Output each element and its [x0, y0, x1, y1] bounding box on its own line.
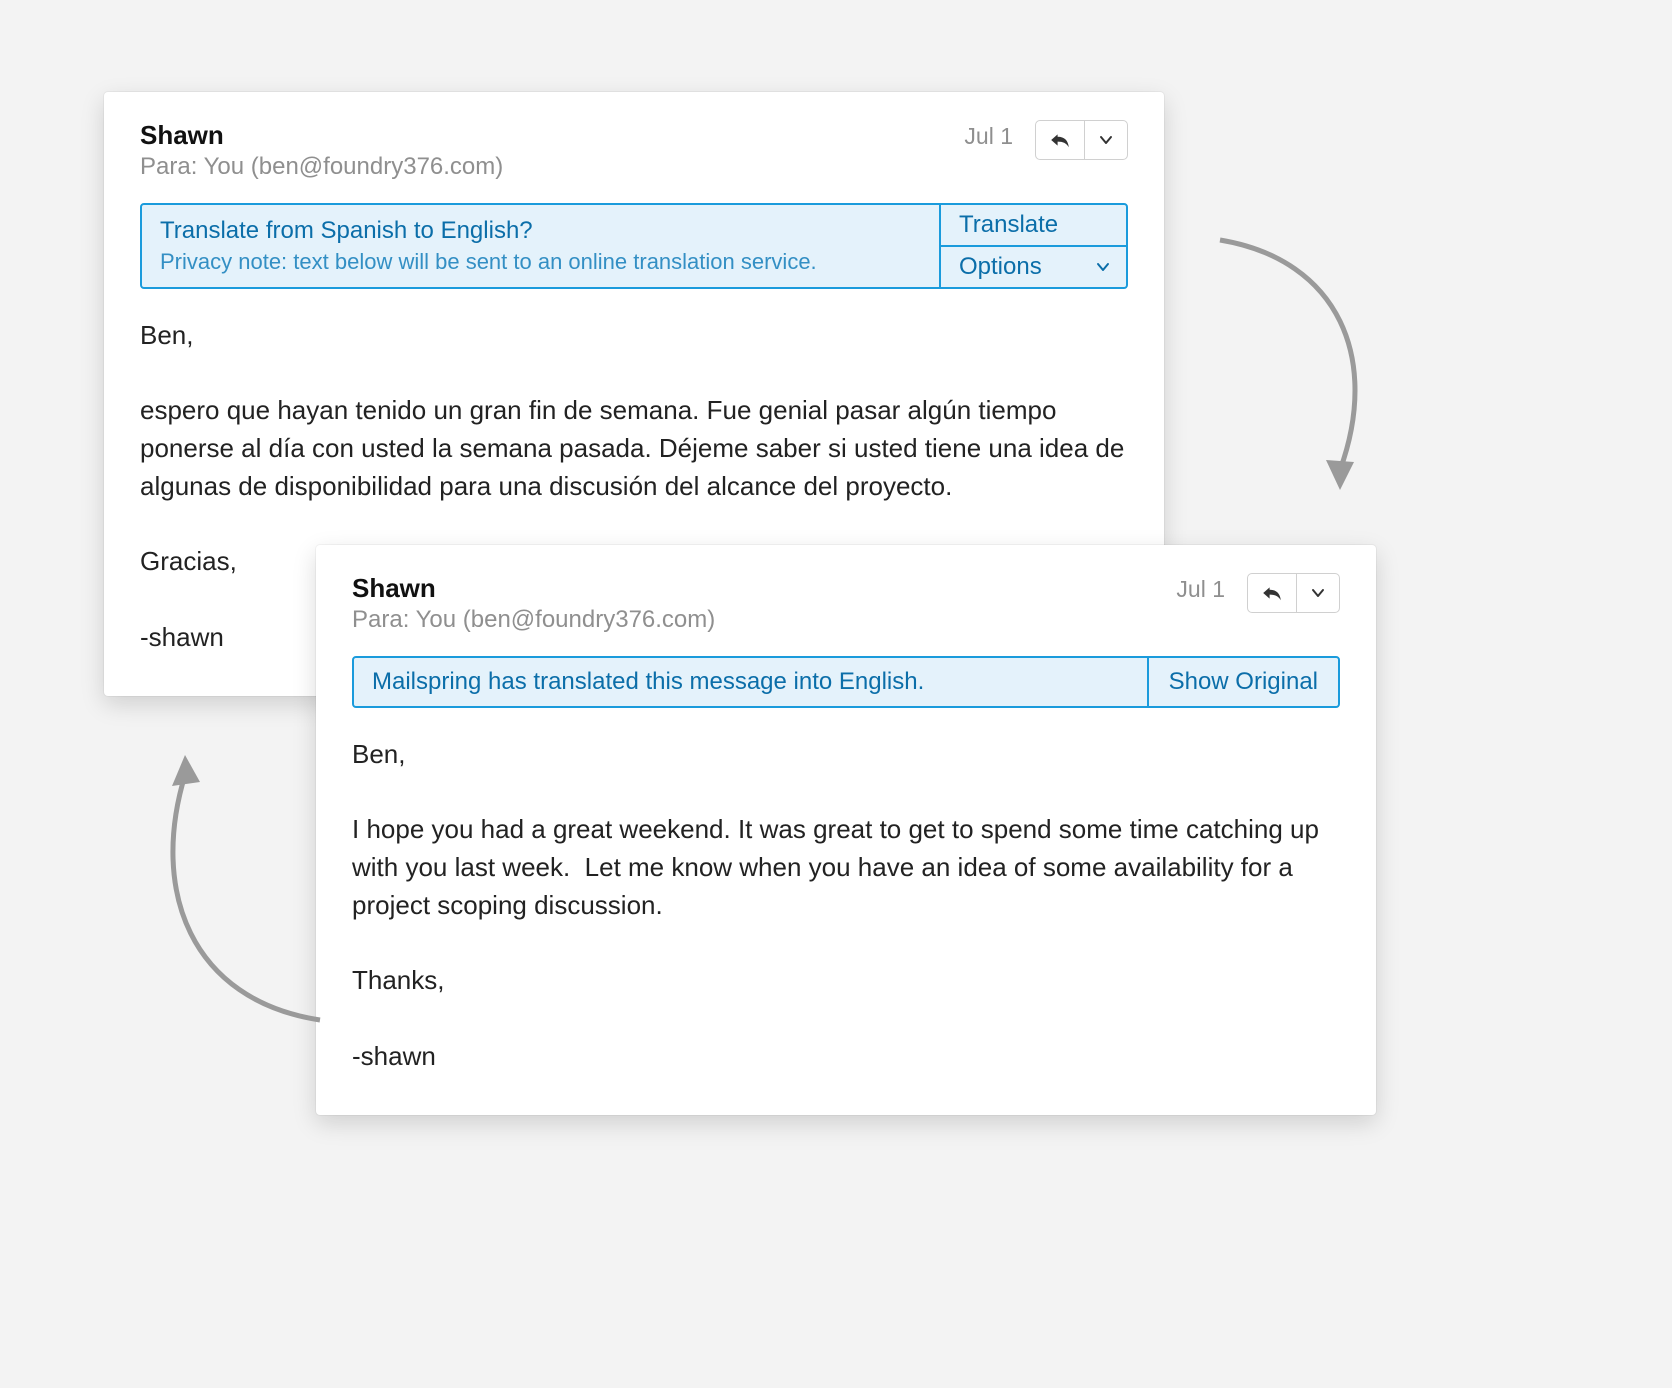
email-body-translated: Ben, I hope you had a great weekend. It …: [352, 736, 1340, 1075]
chevron-down-icon: [1099, 133, 1113, 147]
reply-button-group: [1035, 120, 1128, 160]
translate-button[interactable]: Translate: [941, 205, 1126, 245]
email-header: Shawn Para: You (ben@foundry376.com) Jul…: [352, 573, 1340, 634]
translate-prompt-title: Translate from Spanish to English?: [160, 217, 921, 245]
arrow-up-icon: [130, 720, 370, 1040]
header-names: Shawn Para: You (ben@foundry376.com): [140, 120, 964, 181]
sender-name: Shawn: [352, 573, 1176, 604]
translate-button-label: Translate: [959, 211, 1058, 239]
reply-icon: [1262, 585, 1282, 601]
translate-options-label: Options: [959, 253, 1042, 281]
show-original-label: Show Original: [1169, 668, 1318, 695]
sender-name: Shawn: [140, 120, 964, 151]
translate-prompt-subtitle: Privacy note: text below will be sent to…: [160, 249, 921, 275]
header-names: Shawn Para: You (ben@foundry376.com): [352, 573, 1176, 634]
recipient-line: Para: You (ben@foundry376.com): [140, 153, 964, 181]
translate-prompt-banner: Translate from Spanish to English? Priva…: [140, 203, 1128, 289]
translated-banner: Mailspring has translated this message i…: [352, 656, 1340, 708]
chevron-down-icon: [1311, 586, 1325, 600]
email-date: Jul 1: [1176, 576, 1225, 603]
email-card-translated: Shawn Para: You (ben@foundry376.com) Jul…: [316, 545, 1376, 1115]
reply-button[interactable]: [1248, 574, 1296, 612]
translate-options-button[interactable]: Options: [941, 245, 1126, 287]
chevron-down-icon: [1096, 260, 1110, 274]
translate-prompt-text: Translate from Spanish to English? Priva…: [142, 205, 939, 287]
translate-prompt-actions: Translate Options: [939, 205, 1126, 287]
arrow-down-icon: [1180, 230, 1420, 510]
translated-banner-msg: Mailspring has translated this message i…: [354, 658, 1147, 706]
recipient-line: Para: You (ben@foundry376.com): [352, 606, 1176, 634]
reply-dropdown-button[interactable]: [1084, 121, 1127, 159]
email-header: Shawn Para: You (ben@foundry376.com) Jul…: [140, 120, 1128, 181]
email-date: Jul 1: [964, 123, 1013, 150]
reply-dropdown-button[interactable]: [1296, 574, 1339, 612]
show-original-button[interactable]: Show Original: [1147, 658, 1338, 706]
demo-canvas: Shawn Para: You (ben@foundry376.com) Jul…: [0, 0, 1672, 1388]
reply-button-group: [1247, 573, 1340, 613]
reply-button[interactable]: [1036, 121, 1084, 159]
reply-icon: [1050, 132, 1070, 148]
